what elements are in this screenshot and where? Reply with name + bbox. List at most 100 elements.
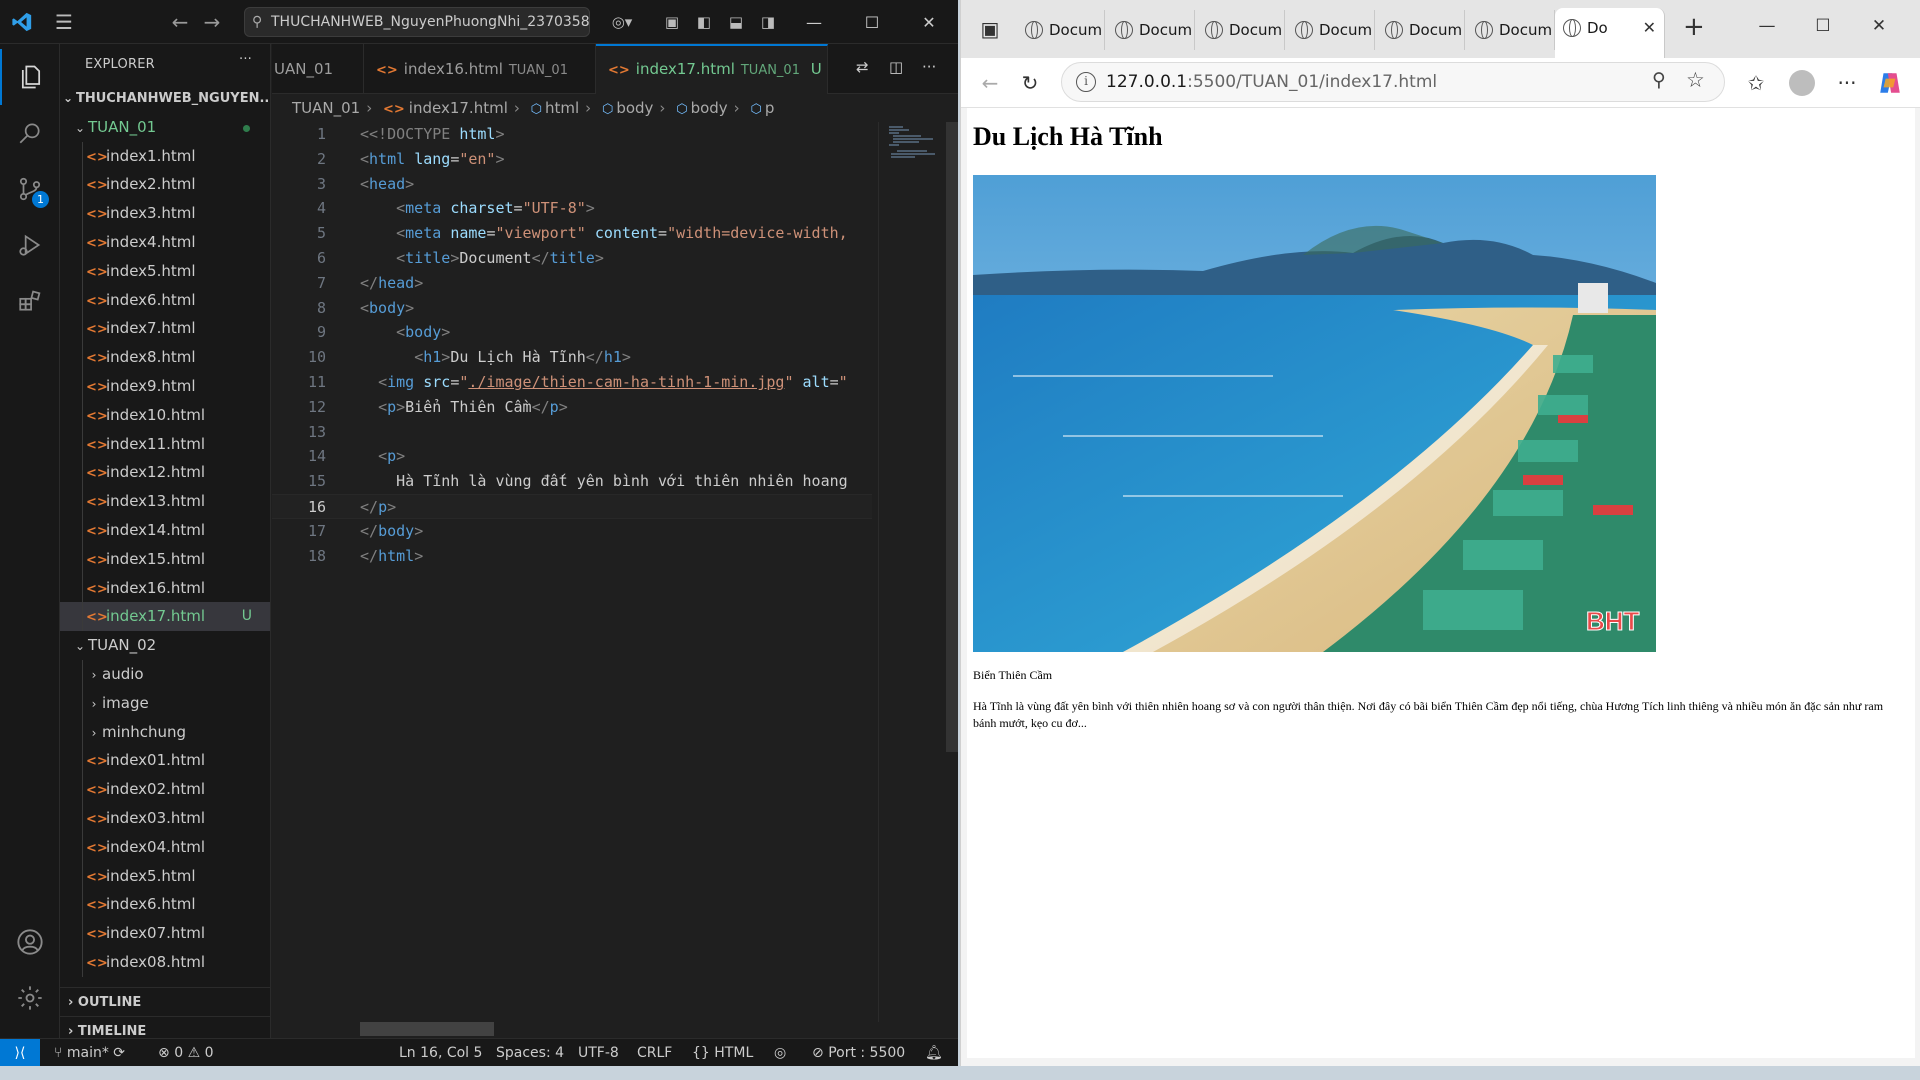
maximize-icon[interactable]: ☐ — [843, 0, 901, 44]
zoom-icon[interactable]: ⚲ — [1652, 69, 1666, 91]
explorer-icon[interactable] — [0, 49, 60, 105]
problems-indicator[interactable]: ⊗ 0 ⚠ 0 — [158, 1039, 214, 1066]
breadcrumb-item[interactable]: body — [616, 99, 653, 117]
toggle-sidebar-icon[interactable]: ◧ — [692, 10, 716, 34]
favorite-star-icon[interactable]: ☆ — [1686, 68, 1705, 92]
editor-vertical-scrollbar[interactable] — [946, 122, 958, 1022]
browser-tab-active[interactable]: Do ✕ — [1555, 8, 1665, 58]
file-item[interactable]: <>index17.html U — [60, 602, 270, 632]
close-icon[interactable]: ✕ — [1851, 0, 1907, 52]
close-tab-icon[interactable]: ✕ — [1643, 8, 1656, 48]
toggle-panel-icon[interactable]: ⬓ — [724, 10, 748, 34]
accounts-icon[interactable] — [0, 914, 60, 970]
file-item[interactable]: <>index2.html — [60, 170, 270, 200]
run-debug-icon[interactable] — [0, 217, 60, 273]
file-item[interactable]: <>index6.html — [60, 890, 270, 920]
timeline-section[interactable]: › TIMELINE — [60, 1016, 270, 1038]
scrollbar-thumb[interactable] — [946, 122, 958, 752]
file-item[interactable]: <>index10.html — [60, 400, 270, 430]
forward-arrow-icon[interactable]: → — [196, 10, 228, 34]
browser-tab[interactable]: Docum — [1107, 10, 1195, 50]
browser-tab[interactable]: Docum — [1017, 10, 1105, 50]
copilot-icon[interactable] — [1875, 68, 1905, 98]
file-item[interactable]: <>index16.html — [60, 573, 270, 603]
tab-index16[interactable]: <> index16.html TUAN_01 — [364, 44, 596, 94]
browser-tab[interactable]: Docum — [1287, 10, 1375, 50]
file-item[interactable]: <>index14.html — [60, 515, 270, 545]
end-of-line[interactable]: CRLF — [637, 1039, 672, 1066]
menu-icon[interactable]: ☰ — [44, 0, 84, 44]
minimize-icon[interactable]: — — [1739, 0, 1795, 52]
file-item[interactable]: <>index1.html — [60, 141, 270, 171]
file-item[interactable]: <>index9.html — [60, 371, 270, 401]
branch-indicator[interactable]: ⑂ main* ⟳ — [54, 1039, 125, 1066]
file-item[interactable]: <>index01.html — [60, 746, 270, 776]
code-editor[interactable]: 1 <<!DOCTYPE html> 2 <html lang="en"> 3 <he… — [272, 122, 872, 1022]
editor-horizontal-scrollbar[interactable] — [360, 1022, 494, 1036]
breadcrumb-item[interactable]: index17.html — [409, 99, 508, 117]
file-item[interactable]: <>index03.html — [60, 803, 270, 833]
notifications-bell-icon[interactable]: 🔔︎ — [925, 1039, 943, 1066]
file-item[interactable]: <>index13.html — [60, 487, 270, 516]
browser-tab[interactable]: Docum — [1197, 10, 1285, 50]
file-item[interactable]: <>index5.html — [60, 256, 270, 286]
copilot-status-icon[interactable]: ◎ — [774, 1039, 786, 1066]
live-server-port[interactable]: ⊘ Port : 5500 — [812, 1039, 905, 1066]
file-item[interactable]: <>index04.html — [60, 832, 270, 862]
toggle-secondary-sidebar-icon[interactable]: ◨ — [756, 10, 780, 34]
info-icon[interactable]: i — [1076, 72, 1096, 92]
browser-tab[interactable]: Docum — [1377, 10, 1465, 50]
close-icon[interactable]: ✕ — [900, 0, 958, 44]
maximize-icon[interactable]: ☐ — [1795, 0, 1851, 52]
layout-customize-icon[interactable]: ▣ — [660, 10, 684, 34]
search-icon[interactable] — [0, 105, 60, 161]
back-arrow-icon[interactable]: ← — [975, 68, 1005, 98]
outline-section[interactable]: › OUTLINE — [60, 987, 270, 1016]
extensions-icon[interactable] — [0, 273, 60, 329]
split-editor-icon[interactable]: ◫ — [889, 58, 903, 76]
profile-avatar[interactable] — [1787, 68, 1817, 98]
file-item[interactable]: <>index07.html — [60, 919, 270, 948]
breadcrumb-item[interactable]: TUAN_01 — [292, 99, 360, 117]
compare-changes-icon[interactable]: ⇄ — [856, 58, 869, 76]
address-bar[interactable]: i 127.0.0.1:5500/TUAN_01/index17.html ⚲ … — [1061, 62, 1725, 102]
breadcrumb-item[interactable]: html — [545, 99, 579, 117]
folder-item[interactable]: › image — [60, 688, 270, 718]
back-arrow-icon[interactable]: ← — [164, 10, 196, 34]
file-item[interactable]: <>index7.html — [60, 314, 270, 344]
file-item[interactable]: <>index4.html — [60, 227, 270, 257]
favorites-icon[interactable]: ✩ — [1741, 68, 1771, 98]
file-item[interactable]: <>index6.html — [60, 285, 270, 315]
file-item[interactable]: <>index12.html — [60, 458, 270, 488]
cursor-position[interactable]: Ln 16, Col 5 — [399, 1039, 482, 1066]
workspace-root[interactable]: ⌄ THUCHANHWEB_NGUYEN... — [60, 84, 270, 113]
file-item[interactable]: <>index11.html — [60, 429, 270, 459]
copilot-icon[interactable]: ◎▾ — [604, 10, 640, 34]
refresh-icon[interactable]: ↻ — [1015, 68, 1045, 98]
settings-more-icon[interactable]: ··· — [1832, 68, 1862, 98]
folder-item[interactable]: › audio — [60, 659, 270, 689]
breadcrumb-item[interactable]: body — [691, 99, 728, 117]
minimize-icon[interactable]: — — [785, 0, 843, 44]
breadcrumb-item[interactable]: p — [765, 99, 775, 117]
minimap[interactable] — [878, 122, 946, 1022]
encoding[interactable]: UTF-8 — [578, 1039, 619, 1066]
folder-tuan01[interactable]: ⌄ TUAN_01 — [60, 113, 270, 142]
file-item[interactable]: <>index02.html — [60, 775, 270, 804]
more-actions-icon[interactable]: ··· — [239, 52, 252, 67]
more-actions-icon[interactable]: ··· — [922, 58, 936, 76]
language-mode[interactable]: {} HTML — [692, 1039, 753, 1066]
settings-gear-icon[interactable] — [0, 970, 60, 1026]
indentation[interactable]: Spaces: 4 — [496, 1039, 564, 1066]
tab-index17[interactable]: <>index17.htmlTUAN_01 U ✕ — [596, 44, 828, 94]
file-item[interactable]: <>index3.html — [60, 199, 270, 228]
remote-indicator-icon[interactable]: ⟩⟨ — [0, 1039, 40, 1066]
browser-tab[interactable]: Docum — [1467, 10, 1555, 50]
file-item[interactable]: <>index15.html — [60, 544, 270, 574]
file-item[interactable]: <>index5.html — [60, 861, 270, 891]
folder-item[interactable]: › minhchung — [60, 717, 270, 747]
tab-actions-icon[interactable]: ▣ — [975, 14, 1005, 44]
file-item[interactable]: <>index8.html — [60, 343, 270, 372]
source-control-icon[interactable]: 1 — [0, 161, 60, 217]
file-item[interactable]: <>index08.html — [60, 947, 270, 977]
